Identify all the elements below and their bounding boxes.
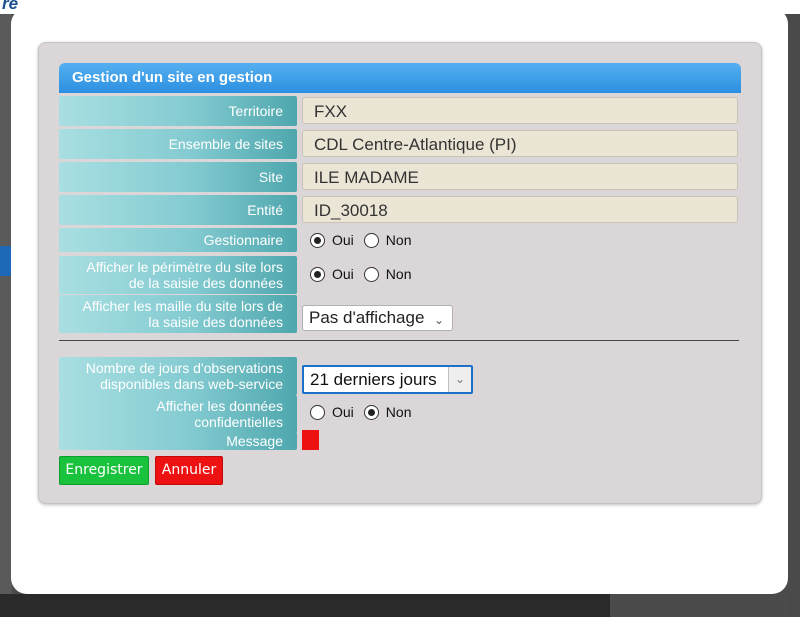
ensemble-field: CDL Centre-Atlantique (PI)	[302, 130, 738, 157]
confidentielles-label: Afficher les données confidentielles	[59, 395, 297, 433]
confidentielles-label-line2: confidentielles	[194, 414, 283, 430]
cancel-button[interactable]: Annuler	[155, 456, 223, 485]
territoire-field: FXX	[302, 97, 738, 124]
gestionnaire-non-radio[interactable]	[363, 232, 379, 248]
maille-label-line1: Afficher les maille du site lors de	[82, 298, 284, 314]
jours-label-line1: Nombre de jours d'observations	[85, 360, 283, 376]
jours-label-line2: disponibles dans web-service	[100, 376, 283, 392]
save-button[interactable]: Enregistrer	[59, 456, 149, 485]
site-field: ILE MADAME	[302, 163, 738, 190]
confidentielles-non-label[interactable]: Non	[386, 404, 412, 420]
message-label: Message	[59, 432, 297, 450]
perimetre-non-label[interactable]: Non	[386, 266, 412, 282]
perimetre-oui-radio[interactable]	[310, 266, 325, 282]
chevron-down-icon: ⌄	[448, 367, 471, 392]
site-form-panel: Gestion d'un site en gestion Territoire …	[38, 42, 762, 504]
maille-select[interactable]: Pas d'affichage ⌄	[302, 305, 453, 331]
panel-title: Gestion d'un site en gestion	[59, 63, 741, 93]
gestionnaire-non-label[interactable]: Non	[386, 232, 412, 248]
background-bottom-table	[0, 594, 610, 617]
gestionnaire-oui-radio[interactable]	[310, 232, 325, 248]
territoire-label: Territoire	[59, 96, 297, 126]
entite-label: Entité	[59, 195, 297, 225]
confidentielles-radio-group: Oui Non	[310, 404, 421, 420]
confidentielles-oui-radio[interactable]	[310, 404, 325, 420]
jours-label: Nombre de jours d'observations disponibl…	[59, 357, 297, 395]
perimetre-label: Afficher le périmètre du site lors de la…	[59, 256, 297, 294]
section-divider	[59, 340, 739, 341]
perimetre-oui-label[interactable]: Oui	[332, 266, 354, 282]
message-indicator	[302, 430, 319, 450]
perimetre-label-line1: Afficher le périmètre du site lors	[86, 259, 283, 275]
perimetre-non-radio[interactable]	[363, 266, 379, 282]
ensemble-label: Ensemble de sites	[59, 129, 297, 159]
chevron-down-icon: ⌄	[433, 313, 444, 327]
confidentielles-non-radio[interactable]	[363, 404, 379, 420]
site-label: Site	[59, 162, 297, 192]
background-right-area	[788, 14, 800, 617]
maille-label: Afficher les maille du site lors de la s…	[59, 295, 297, 333]
jours-select[interactable]: 21 derniers jours ⌄	[302, 365, 473, 394]
perimetre-label-line2: de la saisie des données	[128, 275, 283, 291]
gestionnaire-oui-label[interactable]: Oui	[332, 232, 354, 248]
entite-field: ID_30018	[302, 196, 738, 223]
maille-label-line2: la saisie des données	[148, 314, 283, 330]
confidentielles-label-line1: Afficher les données	[156, 398, 283, 414]
gestionnaire-radio-group: Oui Non	[310, 232, 421, 248]
maille-select-value: Pas d'affichage	[309, 308, 425, 327]
confidentielles-oui-label[interactable]: Oui	[332, 404, 354, 420]
jours-select-value: 21 derniers jours	[310, 370, 437, 389]
perimetre-radio-group: Oui Non	[310, 266, 421, 282]
modal-dialog: Gestion d'un site en gestion Territoire …	[11, 8, 788, 594]
gestionnaire-label: Gestionnaire	[59, 228, 297, 252]
